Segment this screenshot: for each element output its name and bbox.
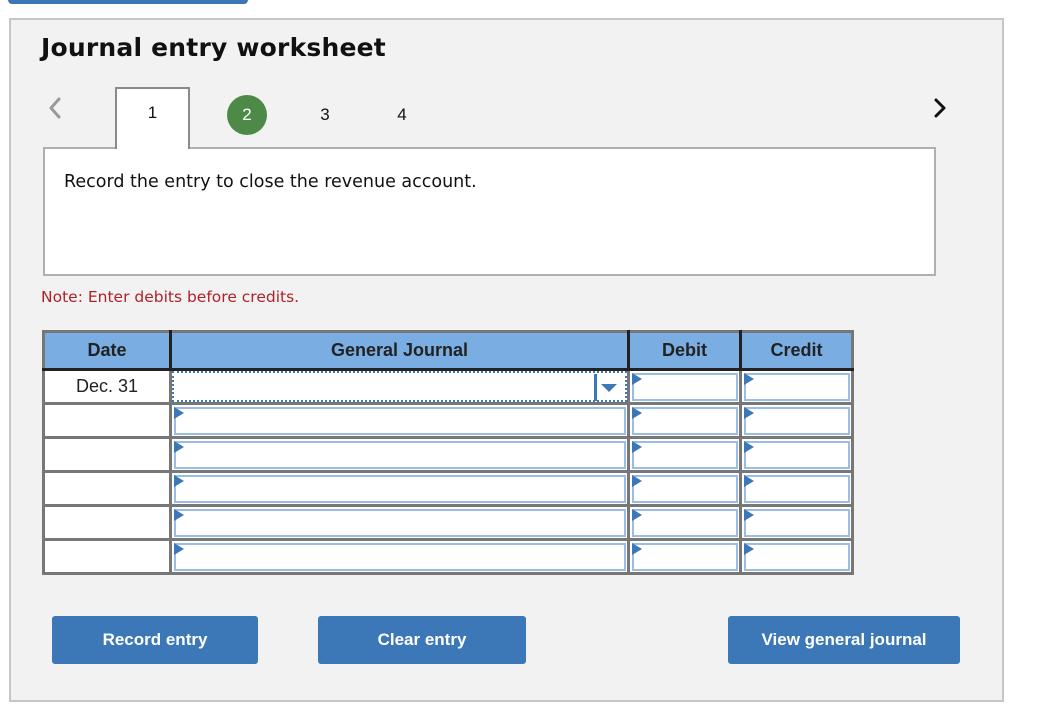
- debit-input[interactable]: [632, 407, 738, 435]
- debit-cell: [628, 539, 742, 574]
- tab-2[interactable]: 2: [227, 95, 267, 135]
- credit-input[interactable]: [744, 441, 850, 469]
- account-cell: [170, 471, 630, 507]
- instruction-box: Record the entry to close the revenue ac…: [43, 147, 936, 276]
- date-cell: [43, 471, 172, 507]
- table-row: [43, 471, 853, 507]
- debit-input[interactable]: [632, 441, 738, 469]
- header-general-journal: General Journal: [170, 331, 630, 371]
- header-debit: Debit: [628, 331, 742, 371]
- debit-cell: [628, 471, 742, 507]
- credit-cell: [740, 437, 853, 473]
- debit-cell: [628, 369, 742, 405]
- credit-input[interactable]: [744, 373, 850, 401]
- input-flag-icon: [744, 407, 754, 419]
- table-row: [43, 403, 853, 439]
- credit-input[interactable]: [744, 407, 850, 435]
- account-input[interactable]: [174, 509, 626, 537]
- account-cell: [170, 369, 630, 405]
- input-flag-icon: [174, 407, 184, 419]
- table-row: Dec. 31: [43, 369, 853, 405]
- date-cell: [43, 403, 172, 439]
- input-flag-icon: [174, 543, 184, 555]
- top-accent-bar: [8, 0, 248, 4]
- input-flag-icon: [632, 475, 642, 487]
- credit-input[interactable]: [744, 475, 850, 503]
- input-flag-icon: [632, 543, 642, 555]
- debit-input[interactable]: [632, 509, 738, 537]
- table-row: [43, 505, 853, 541]
- account-cell: [170, 539, 630, 574]
- date-cell: [43, 437, 172, 473]
- next-button[interactable]: [928, 96, 952, 120]
- tab-3-label: 3: [320, 105, 330, 124]
- tab-1-label: 1: [147, 103, 158, 122]
- debit-input[interactable]: [632, 373, 738, 401]
- input-flag-icon: [744, 373, 754, 385]
- credit-cell: [740, 539, 853, 574]
- tab-4[interactable]: 4: [389, 95, 415, 135]
- clear-entry-button[interactable]: Clear entry: [318, 616, 526, 664]
- input-flag-icon: [744, 441, 754, 453]
- instruction-text: Record the entry to close the revenue ac…: [64, 172, 477, 192]
- table-row: [43, 437, 853, 473]
- view-general-journal-button[interactable]: View general journal: [728, 616, 960, 664]
- prev-button[interactable]: [43, 96, 67, 120]
- record-entry-button[interactable]: Record entry: [52, 616, 258, 664]
- credit-input[interactable]: [744, 509, 850, 537]
- input-flag-icon: [632, 509, 642, 521]
- date-cell: Dec. 31: [43, 369, 172, 405]
- chevron-right-icon: [934, 98, 946, 118]
- account-cell: [170, 505, 630, 541]
- credit-cell: [740, 369, 853, 405]
- account-cell: [170, 403, 630, 439]
- credit-cell: [740, 505, 853, 541]
- debit-cell: [628, 505, 742, 541]
- input-flag-icon: [174, 509, 184, 521]
- tab-2-label: 2: [242, 105, 252, 124]
- note-text: Note: Enter debits before credits.: [41, 288, 300, 306]
- debit-cell: [628, 437, 742, 473]
- header-credit: Credit: [740, 331, 853, 371]
- page-title: Journal entry worksheet: [41, 33, 386, 62]
- input-flag-icon: [632, 373, 642, 385]
- table-row: [43, 539, 853, 574]
- credit-cell: [740, 471, 853, 507]
- account-input[interactable]: [174, 407, 626, 435]
- input-flag-icon: [174, 441, 184, 453]
- chevron-down-icon: [601, 384, 617, 392]
- header-date: Date: [43, 331, 172, 371]
- input-flag-icon: [174, 475, 184, 487]
- tab-3[interactable]: 3: [312, 95, 338, 135]
- account-cell: [170, 437, 630, 473]
- journal-table: Date General Journal Debit Credit Dec. 3…: [42, 330, 854, 575]
- credit-input[interactable]: [744, 543, 850, 571]
- account-input[interactable]: [174, 543, 626, 571]
- input-flag-icon: [744, 509, 754, 521]
- tab-4-label: 4: [397, 105, 407, 124]
- select-divider: [594, 374, 597, 401]
- debit-cell: [628, 403, 742, 439]
- debit-input[interactable]: [632, 543, 738, 571]
- date-cell: [43, 505, 172, 541]
- journal-header-row: Date General Journal Debit Credit: [43, 331, 853, 371]
- tab-1[interactable]: 1: [115, 87, 190, 149]
- input-flag-icon: [744, 543, 754, 555]
- input-flag-icon: [744, 475, 754, 487]
- credit-cell: [740, 403, 853, 439]
- input-flag-icon: [632, 441, 642, 453]
- account-input[interactable]: [174, 441, 626, 469]
- input-flag-icon: [632, 407, 642, 419]
- account-input[interactable]: [174, 475, 626, 503]
- chevron-left-icon: [49, 97, 61, 119]
- account-select[interactable]: [172, 371, 627, 402]
- debit-input[interactable]: [632, 475, 738, 503]
- date-cell: [43, 539, 172, 574]
